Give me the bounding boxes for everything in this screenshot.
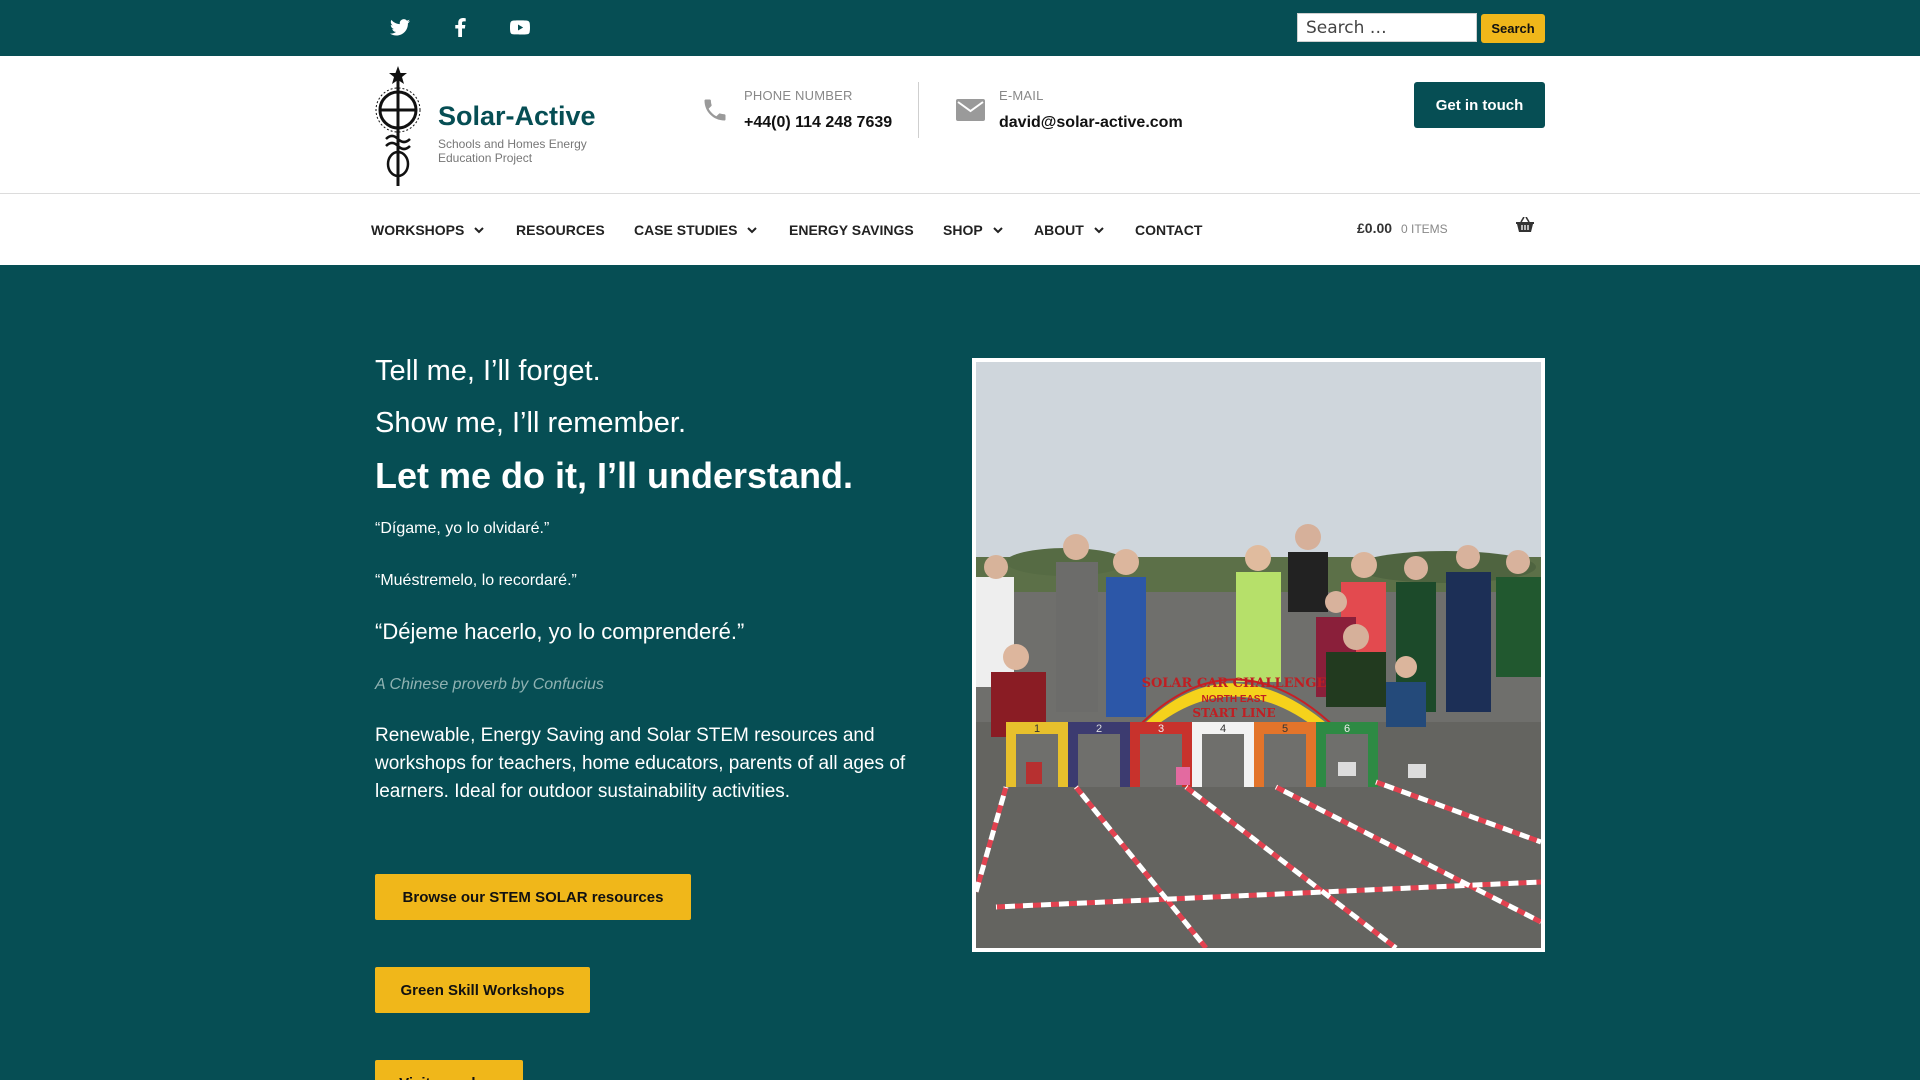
email-label: E-MAIL [999,88,1044,103]
lane-number: 6 [1344,723,1350,735]
youtube-icon[interactable] [507,14,533,40]
nav-label: ABOUT [1034,222,1084,238]
site-title[interactable]: Solar-Active [438,101,596,132]
site-logo[interactable] [372,64,424,188]
nav-label: CASE STUDIES [634,222,738,238]
nav-label: CONTACT [1135,222,1203,238]
nav-label: WORKSHOPS [371,222,465,238]
nav-item-case-studies[interactable]: CASE STUDIES [634,195,758,265]
quote-line-2: Show me, I’ll remember. [375,407,687,439]
nav-item-contact[interactable]: CONTACT [1135,195,1202,265]
nav-label: ENERGY SAVINGS [789,222,914,238]
workshops-button[interactable]: Green Skill Workshops [375,967,590,1013]
arch-title: SOLAR CAR CHALLENGE [1142,676,1327,691]
quote-attribution: A Chinese proverb by Confucius [375,676,604,693]
nav-label: SHOP [943,222,983,238]
chevron-down-icon [1094,226,1104,233]
spanish-quote-2: “Muéstremelo, lo recordaré.” [375,572,577,589]
quote-line-1: Tell me, I’ll forget. [375,355,601,387]
facebook-icon[interactable] [447,14,473,40]
twitter-icon[interactable] [387,14,413,40]
solar-car-challenge-photo: SOLAR CAR CHALLENGE NORTH EAST START LIN… [976,362,1541,948]
nav-item-about[interactable]: ABOUT [1034,195,1104,265]
get-in-touch-button[interactable]: Get in touch [1414,82,1545,128]
site-tagline: Schools and Homes Energy Education Proje… [438,137,587,165]
spanish-quote-3: “Déjeme hacerlo, yo lo comprenderé.” [375,619,745,644]
chevron-down-icon [747,226,758,233]
phone-label: PHONE NUMBER [744,88,853,103]
site-header: Solar-Active Schools and Homes Energy Ed… [0,56,1920,194]
hero-description: Renewable, Energy Saving and Solar STEM … [375,725,906,802]
cart-total[interactable]: £0.00 [1357,220,1392,236]
mail-icon [955,96,985,124]
arch-start-line: START LINE [1192,706,1275,720]
browse-resources-button[interactable]: Browse our STEM SOLAR resources [375,874,691,920]
nav-label: RESOURCES [516,222,605,238]
lane-number: 4 [1220,723,1226,735]
spanish-quote-1: “Dígame, yo lo olvidaré.” [375,520,550,537]
nav-item-resources[interactable]: RESOURCES [516,195,605,265]
chevron-down-icon [474,226,485,233]
hero-section: Tell me, I’ll forget. Show me, I’ll reme… [0,265,1920,1080]
top-bar: Search [0,0,1920,56]
main-navigation: WORKSHOPS RESOURCES CASE STUDIES ENERGY … [0,195,1920,265]
search-input[interactable] [1297,13,1477,42]
lane-number: 1 [1034,723,1040,735]
nav-item-energy-savings[interactable]: ENERGY SAVINGS [789,195,914,265]
phone-icon [700,94,730,126]
nav-item-workshops[interactable]: WORKSHOPS [371,195,485,265]
lane-number: 3 [1158,723,1164,735]
contact-divider [918,82,919,138]
basket-icon[interactable] [1516,217,1534,233]
lane-number: 2 [1096,723,1102,735]
nav-item-shop[interactable]: SHOP [943,195,1003,265]
arch-region: NORTH EAST [1202,694,1267,705]
email-address[interactable]: david@solar-active.com [999,114,1183,132]
quote-line-3: Let me do it, I’ll understand. [375,455,854,496]
hero-photo: SOLAR CAR CHALLENGE NORTH EAST START LIN… [972,358,1545,952]
search-button[interactable]: Search [1481,14,1545,43]
phone-number[interactable]: +44(0) 114 248 7639 [744,114,892,132]
lane-number: 5 [1282,723,1288,735]
cart-count[interactable]: 0 ITEMS [1401,222,1448,236]
chevron-down-icon [992,226,1003,233]
visit-shop-button[interactable]: Visit our shop [375,1060,523,1080]
